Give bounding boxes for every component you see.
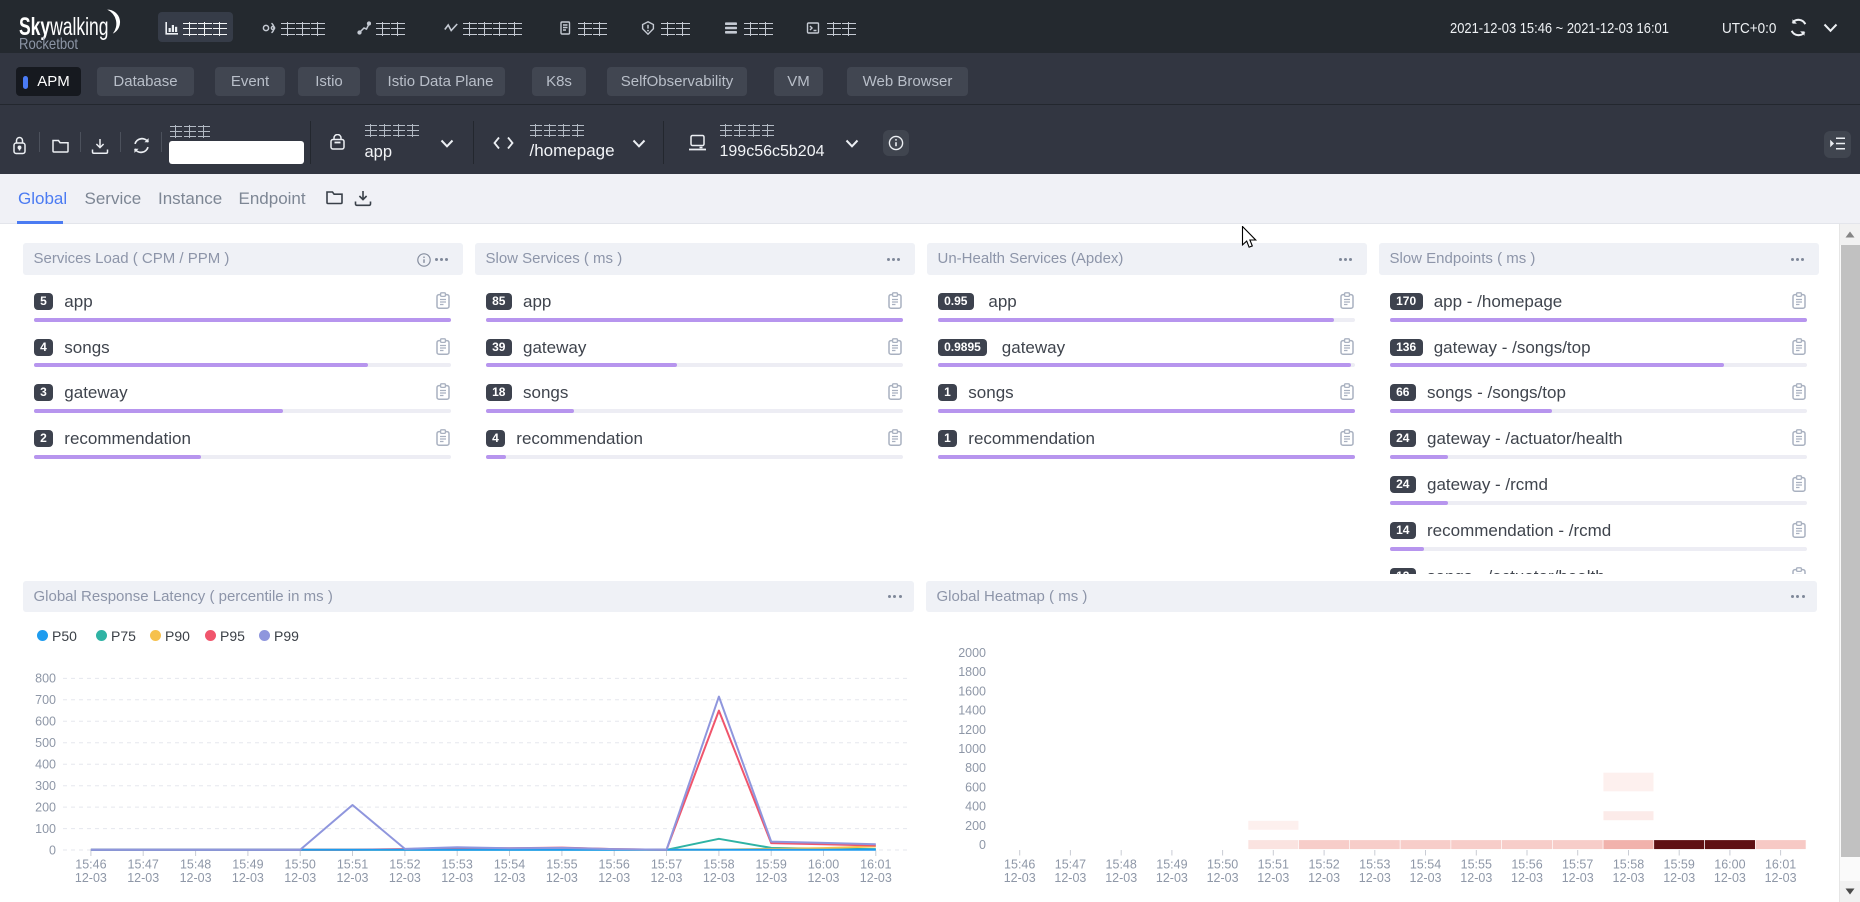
svg-text:15:59: 15:59 xyxy=(1664,858,1695,872)
svg-text:12-03: 12-03 xyxy=(1765,871,1797,885)
svg-text:15:57: 15:57 xyxy=(1562,858,1593,872)
svg-text:12-03: 12-03 xyxy=(1257,871,1289,885)
svg-text:12-03: 12-03 xyxy=(860,871,892,885)
svg-text:16:01: 16:01 xyxy=(860,858,891,872)
svg-text:15:51: 15:51 xyxy=(1258,858,1289,872)
svg-text:100: 100 xyxy=(35,822,56,836)
svg-text:12-03: 12-03 xyxy=(180,871,212,885)
svg-text:12-03: 12-03 xyxy=(1511,871,1543,885)
svg-text:800: 800 xyxy=(35,672,56,686)
svg-text:12-03: 12-03 xyxy=(755,871,787,885)
svg-text:15:52: 15:52 xyxy=(389,858,420,872)
svg-text:200: 200 xyxy=(35,800,56,814)
svg-text:15:56: 15:56 xyxy=(1511,858,1542,872)
svg-text:1600: 1600 xyxy=(958,684,986,698)
svg-text:15:49: 15:49 xyxy=(232,858,263,872)
svg-text:12-03: 12-03 xyxy=(127,871,159,885)
svg-text:12-03: 12-03 xyxy=(808,871,840,885)
svg-text:800: 800 xyxy=(965,761,986,775)
svg-text:12-03: 12-03 xyxy=(1054,871,1086,885)
svg-text:12-03: 12-03 xyxy=(389,871,421,885)
svg-text:15:51: 15:51 xyxy=(337,858,368,872)
svg-text:0: 0 xyxy=(979,838,986,852)
svg-text:16:01: 16:01 xyxy=(1765,858,1796,872)
svg-text:15:58: 15:58 xyxy=(1613,858,1644,872)
svg-text:1400: 1400 xyxy=(958,704,986,718)
svg-text:2000: 2000 xyxy=(958,646,986,660)
svg-text:16:00: 16:00 xyxy=(808,858,839,872)
svg-text:15:53: 15:53 xyxy=(1359,858,1390,872)
svg-text:400: 400 xyxy=(965,800,986,814)
svg-text:12-03: 12-03 xyxy=(1359,871,1391,885)
svg-text:15:46: 15:46 xyxy=(75,858,106,872)
svg-text:12-03: 12-03 xyxy=(651,871,683,885)
svg-text:600: 600 xyxy=(35,715,56,729)
svg-text:12-03: 12-03 xyxy=(1562,871,1594,885)
svg-text:700: 700 xyxy=(35,693,56,707)
svg-text:12-03: 12-03 xyxy=(1410,871,1442,885)
svg-text:12-03: 12-03 xyxy=(337,871,369,885)
svg-text:500: 500 xyxy=(35,736,56,750)
svg-text:15:54: 15:54 xyxy=(1410,858,1441,872)
svg-text:12-03: 12-03 xyxy=(1004,871,1036,885)
svg-text:12-03: 12-03 xyxy=(75,871,107,885)
svg-text:12-03: 12-03 xyxy=(1663,871,1695,885)
svg-text:12-03: 12-03 xyxy=(703,871,735,885)
svg-text:1800: 1800 xyxy=(958,665,986,679)
svg-text:15:53: 15:53 xyxy=(442,858,473,872)
svg-text:0: 0 xyxy=(49,843,56,857)
svg-text:12-03: 12-03 xyxy=(1613,871,1645,885)
svg-text:15:54: 15:54 xyxy=(494,858,525,872)
svg-text:1000: 1000 xyxy=(958,742,986,756)
svg-text:15:55: 15:55 xyxy=(546,858,577,872)
svg-text:12-03: 12-03 xyxy=(1156,871,1188,885)
svg-text:12-03: 12-03 xyxy=(598,871,630,885)
svg-text:400: 400 xyxy=(35,758,56,772)
svg-text:15:49: 15:49 xyxy=(1156,858,1187,872)
svg-text:200: 200 xyxy=(965,819,986,833)
svg-text:15:55: 15:55 xyxy=(1461,858,1492,872)
svg-text:12-03: 12-03 xyxy=(546,871,578,885)
svg-text:12-03: 12-03 xyxy=(1207,871,1239,885)
svg-text:16:00: 16:00 xyxy=(1714,858,1745,872)
svg-text:600: 600 xyxy=(965,781,986,795)
svg-text:12-03: 12-03 xyxy=(1308,871,1340,885)
svg-text:15:48: 15:48 xyxy=(1106,858,1137,872)
svg-text:15:46: 15:46 xyxy=(1004,858,1035,872)
svg-text:15:59: 15:59 xyxy=(756,858,787,872)
svg-text:15:48: 15:48 xyxy=(180,858,211,872)
svg-text:1200: 1200 xyxy=(958,723,986,737)
svg-text:15:52: 15:52 xyxy=(1308,858,1339,872)
svg-text:15:56: 15:56 xyxy=(599,858,630,872)
svg-text:12-03: 12-03 xyxy=(1105,871,1137,885)
svg-text:300: 300 xyxy=(35,779,56,793)
svg-text:15:50: 15:50 xyxy=(1207,858,1238,872)
svg-text:12-03: 12-03 xyxy=(232,871,264,885)
svg-text:12-03: 12-03 xyxy=(1714,871,1746,885)
svg-text:12-03: 12-03 xyxy=(284,871,316,885)
svg-text:12-03: 12-03 xyxy=(494,871,526,885)
svg-text:12-03: 12-03 xyxy=(441,871,473,885)
svg-text:15:47: 15:47 xyxy=(128,858,159,872)
svg-text:15:57: 15:57 xyxy=(651,858,682,872)
svg-text:12-03: 12-03 xyxy=(1460,871,1492,885)
svg-text:15:58: 15:58 xyxy=(703,858,734,872)
svg-text:15:50: 15:50 xyxy=(285,858,316,872)
svg-text:15:47: 15:47 xyxy=(1055,858,1086,872)
